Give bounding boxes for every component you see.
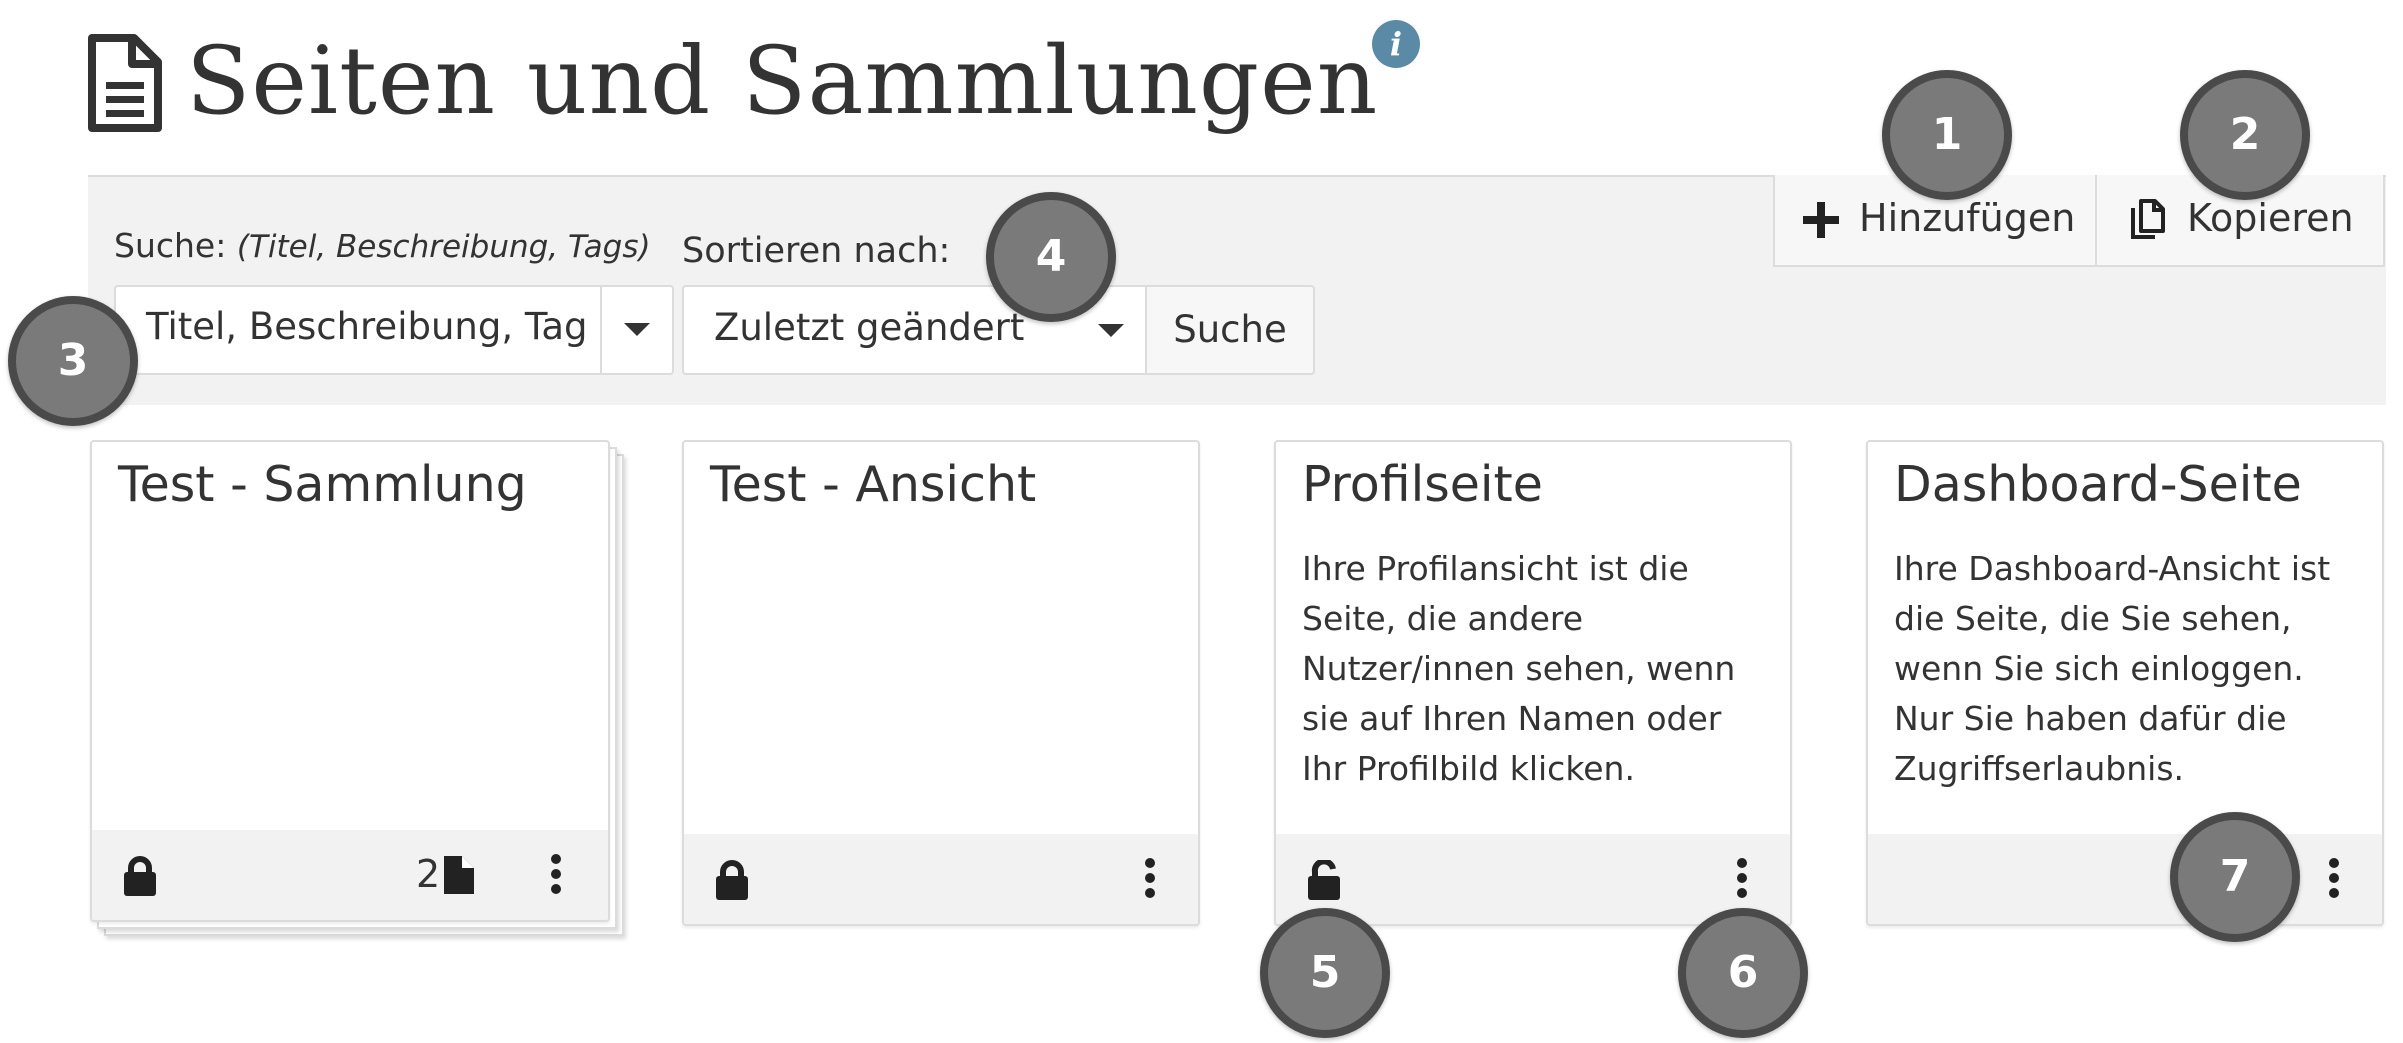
copy-button-label: Kopieren bbox=[2187, 196, 2354, 240]
kebab-icon[interactable] bbox=[551, 854, 563, 899]
plus-icon bbox=[1803, 202, 1839, 238]
kebab-icon[interactable] bbox=[1737, 858, 1749, 903]
kebab-icon[interactable] bbox=[2329, 858, 2341, 903]
callout-6: 6 bbox=[1678, 908, 1808, 1038]
add-button-label: Hinzufügen bbox=[1859, 196, 2076, 240]
search-hint: (Titel, Beschreibung, Tags) bbox=[236, 229, 651, 265]
info-icon[interactable]: i bbox=[1372, 20, 1420, 68]
sort-select-value: Zuletzt geändert bbox=[714, 306, 1025, 349]
sort-label: Sortieren nach: bbox=[682, 231, 951, 271]
callout-5: 5 bbox=[1260, 908, 1390, 1038]
profile-page-card[interactable]: Profilseite Ihre Profilansicht ist die S… bbox=[1274, 440, 1792, 926]
card-footer bbox=[1868, 834, 2382, 924]
collection-card[interactable]: Test - Sammlung 2 bbox=[90, 440, 610, 922]
unlock-icon bbox=[1308, 860, 1340, 900]
search-button[interactable]: Suche bbox=[1145, 285, 1315, 375]
file-icon bbox=[88, 34, 162, 132]
callout-1: 1 bbox=[1882, 70, 2012, 200]
card-description: Ihre Profilansicht ist die Seite, die an… bbox=[1302, 549, 1736, 788]
card-footer bbox=[1276, 834, 1790, 924]
callout-3: 3 bbox=[8, 296, 138, 426]
search-filter-dropdown[interactable] bbox=[600, 285, 674, 375]
card-title[interactable]: Dashboard-Seite bbox=[1894, 456, 2302, 513]
page-icon bbox=[444, 856, 474, 894]
page-card[interactable]: Test - Ansicht bbox=[682, 440, 1200, 926]
caret-down-icon bbox=[1098, 324, 1124, 337]
card-footer: 2 bbox=[92, 830, 608, 920]
page-count: 2 bbox=[416, 852, 441, 896]
search-input-value: Titel, Beschreibung, Tag bbox=[146, 305, 588, 348]
card-footer bbox=[684, 834, 1198, 924]
copy-icon bbox=[2131, 199, 2165, 239]
callout-2: 2 bbox=[2180, 70, 2310, 200]
card-description: Ihre Dashboard-Ansicht ist die Seite, di… bbox=[1894, 549, 2331, 788]
lock-icon bbox=[716, 860, 748, 900]
card-title[interactable]: Test - Sammlung bbox=[118, 456, 527, 513]
card-title[interactable]: Profilseite bbox=[1302, 456, 1543, 513]
lock-icon bbox=[124, 856, 156, 896]
caret-down-icon bbox=[624, 323, 650, 336]
card-title[interactable]: Test - Ansicht bbox=[710, 456, 1036, 513]
kebab-icon[interactable] bbox=[1145, 858, 1157, 903]
dashboard-page-card[interactable]: Dashboard-Seite Ihre Dashboard-Ansicht i… bbox=[1866, 440, 2384, 926]
callout-4: 4 bbox=[986, 192, 1116, 322]
search-label: Suche: (Titel, Beschreibung, Tags) bbox=[114, 226, 651, 265]
page-title: Seiten und Sammlungen bbox=[186, 27, 1379, 136]
callout-7: 7 bbox=[2170, 812, 2300, 942]
